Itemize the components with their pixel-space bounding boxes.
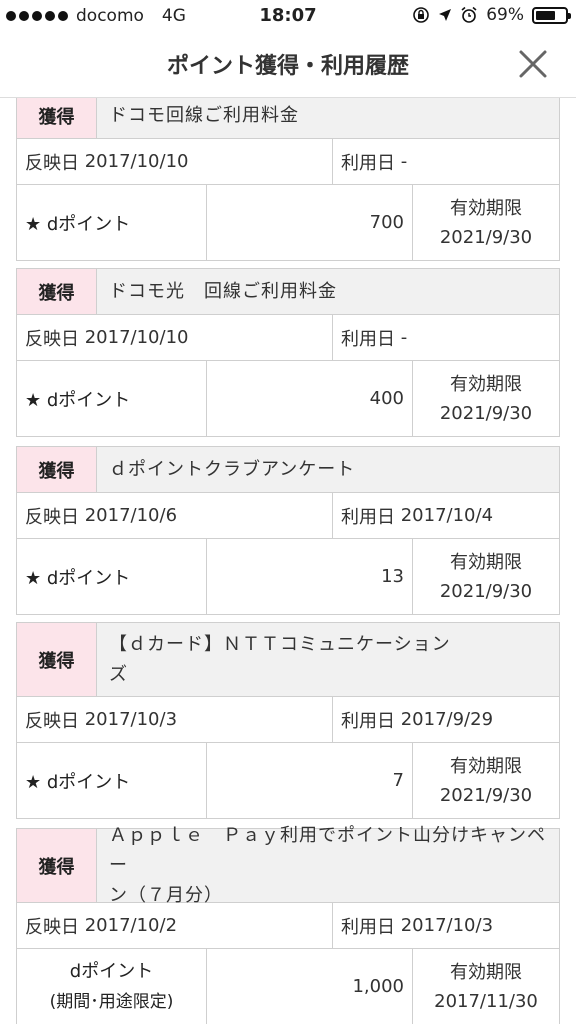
- description-line: ズ: [109, 663, 128, 685]
- reflect-date-label: 反映日: [25, 916, 79, 938]
- navigation-bar: ポイント獲得・利用履歴: [0, 34, 576, 98]
- use-date-label: 利用日: [341, 506, 395, 528]
- expiry-cell: 有効期限 2021/9/30: [413, 361, 559, 436]
- reflect-date-cell: 反映日 2017/10/10: [17, 315, 333, 360]
- use-date-value: 2017/10/3: [400, 915, 494, 936]
- use-date-cell: 利用日 2017/10/3: [333, 903, 559, 948]
- history-description: Ａｐｐｌｅ Ｐａｙ利用でポイント山分けキャンペー ン（７月分）: [97, 825, 559, 906]
- history-description: 【ｄカード】ＮＴＴコミュニケーション ズ: [97, 623, 559, 696]
- use-date-label: 利用日: [341, 152, 395, 174]
- reflect-date-cell: 反映日 2017/10/6: [17, 493, 333, 538]
- history-list[interactable]: 獲得 ドコモ回線ご利用料金 反映日 2017/10/10 利用日 - ★ dポイ…: [0, 98, 576, 1024]
- use-date-label: 利用日: [341, 916, 395, 938]
- point-type: ★ dポイント: [17, 361, 207, 436]
- close-icon[interactable]: [518, 49, 548, 79]
- use-date-label: 利用日: [341, 710, 395, 732]
- reflect-date-label: 反映日: [25, 710, 79, 732]
- history-card: 獲得 【ｄカード】ＮＴＴコミュニケーション ズ 反映日 2017/10/3 利用…: [16, 622, 560, 819]
- point-type-line: (期間･用途限定): [49, 991, 174, 1012]
- reflect-date-label: 反映日: [25, 328, 79, 350]
- description-line: Ａｐｐｌｅ Ｐａｙ利用でポイント山分けキャンペー: [109, 824, 546, 876]
- use-date-value: 2017/10/4: [400, 505, 494, 526]
- expiry-label: 有効期限: [450, 551, 522, 573]
- expiry-date: 2021/9/30: [439, 784, 533, 806]
- earned-badge: 獲得: [17, 98, 97, 138]
- reflect-date-cell: 反映日 2017/10/3: [17, 697, 333, 742]
- use-date-value: -: [400, 151, 408, 172]
- use-date-cell: 利用日 -: [333, 139, 559, 184]
- alarm-icon: [461, 6, 477, 23]
- reflect-date-value: 2017/10/6: [84, 505, 178, 526]
- rotation-lock-icon: [413, 7, 430, 23]
- page-title: ポイント獲得・利用履歴: [166, 54, 409, 79]
- history-description: ドコモ光 回線ご利用料金: [109, 280, 337, 302]
- earned-badge: 獲得: [17, 447, 97, 492]
- status-bar: docomo 4G 18:07 69%: [0, 0, 576, 34]
- description-line: 【ｄカード】ＮＴＴコミュニケーション: [109, 633, 451, 655]
- point-amount: 1,000: [207, 949, 413, 1024]
- point-amount: 400: [207, 361, 413, 436]
- point-type-line: dポイント: [69, 960, 154, 982]
- reflect-date-value: 2017/10/2: [84, 915, 178, 936]
- expiry-date: 2021/9/30: [439, 580, 533, 602]
- point-amount: 13: [207, 539, 413, 614]
- history-description: ｄポイントクラブアンケート: [109, 458, 356, 480]
- reflect-date-label: 反映日: [25, 152, 79, 174]
- history-card: 獲得 ドコモ光 回線ご利用料金 反映日 2017/10/10 利用日 - ★ d…: [16, 268, 560, 437]
- expiry-cell: 有効期限 2017/11/30: [413, 949, 559, 1024]
- use-date-cell: 利用日 -: [333, 315, 559, 360]
- reflect-date-value: 2017/10/10: [84, 151, 189, 172]
- expiry-label: 有効期限: [450, 373, 522, 395]
- expiry-label: 有効期限: [450, 755, 522, 777]
- use-date-value: 2017/9/29: [400, 709, 494, 730]
- expiry-cell: 有効期限 2021/9/30: [413, 743, 559, 818]
- reflect-date-value: 2017/10/3: [84, 709, 178, 730]
- point-type: dポイント (期間･用途限定): [17, 949, 207, 1024]
- battery-percent: 69%: [486, 5, 524, 25]
- earned-badge: 獲得: [17, 623, 97, 696]
- history-card: 獲得 ドコモ回線ご利用料金 反映日 2017/10/10 利用日 - ★ dポイ…: [16, 98, 560, 261]
- use-date-cell: 利用日 2017/9/29: [333, 697, 559, 742]
- point-amount: 700: [207, 185, 413, 260]
- expiry-cell: 有効期限 2021/9/30: [413, 539, 559, 614]
- location-arrow-icon: [439, 9, 452, 21]
- point-type: ★ dポイント: [17, 539, 207, 614]
- reflect-date-value: 2017/10/10: [84, 327, 189, 348]
- history-description: ドコモ回線ご利用料金: [109, 104, 299, 126]
- expiry-label: 有効期限: [450, 197, 522, 219]
- use-date-value: -: [400, 327, 408, 348]
- expiry-label: 有効期限: [450, 961, 522, 983]
- expiry-date: 2017/11/30: [434, 990, 538, 1012]
- use-date-cell: 利用日 2017/10/4: [333, 493, 559, 538]
- earned-badge: 獲得: [17, 269, 97, 314]
- reflect-date-cell: 反映日 2017/10/10: [17, 139, 333, 184]
- battery-icon: [532, 6, 571, 24]
- history-card: 獲得 Ａｐｐｌｅ Ｐａｙ利用でポイント山分けキャンペー ン（７月分） 反映日 2…: [16, 825, 560, 1024]
- earned-badge: 獲得: [17, 829, 97, 902]
- point-type: ★ dポイント: [17, 185, 207, 260]
- expiry-date: 2021/9/30: [439, 402, 533, 424]
- history-card: 獲得 ｄポイントクラブアンケート 反映日 2017/10/6 利用日 2017/…: [16, 446, 560, 615]
- reflect-date-cell: 反映日 2017/10/2: [17, 903, 333, 948]
- reflect-date-label: 反映日: [25, 506, 79, 528]
- use-date-label: 利用日: [341, 328, 395, 350]
- expiry-cell: 有効期限 2021/9/30: [413, 185, 559, 260]
- point-amount: 7: [207, 743, 413, 818]
- point-type: ★ dポイント: [17, 743, 207, 818]
- expiry-date: 2021/9/30: [439, 226, 533, 248]
